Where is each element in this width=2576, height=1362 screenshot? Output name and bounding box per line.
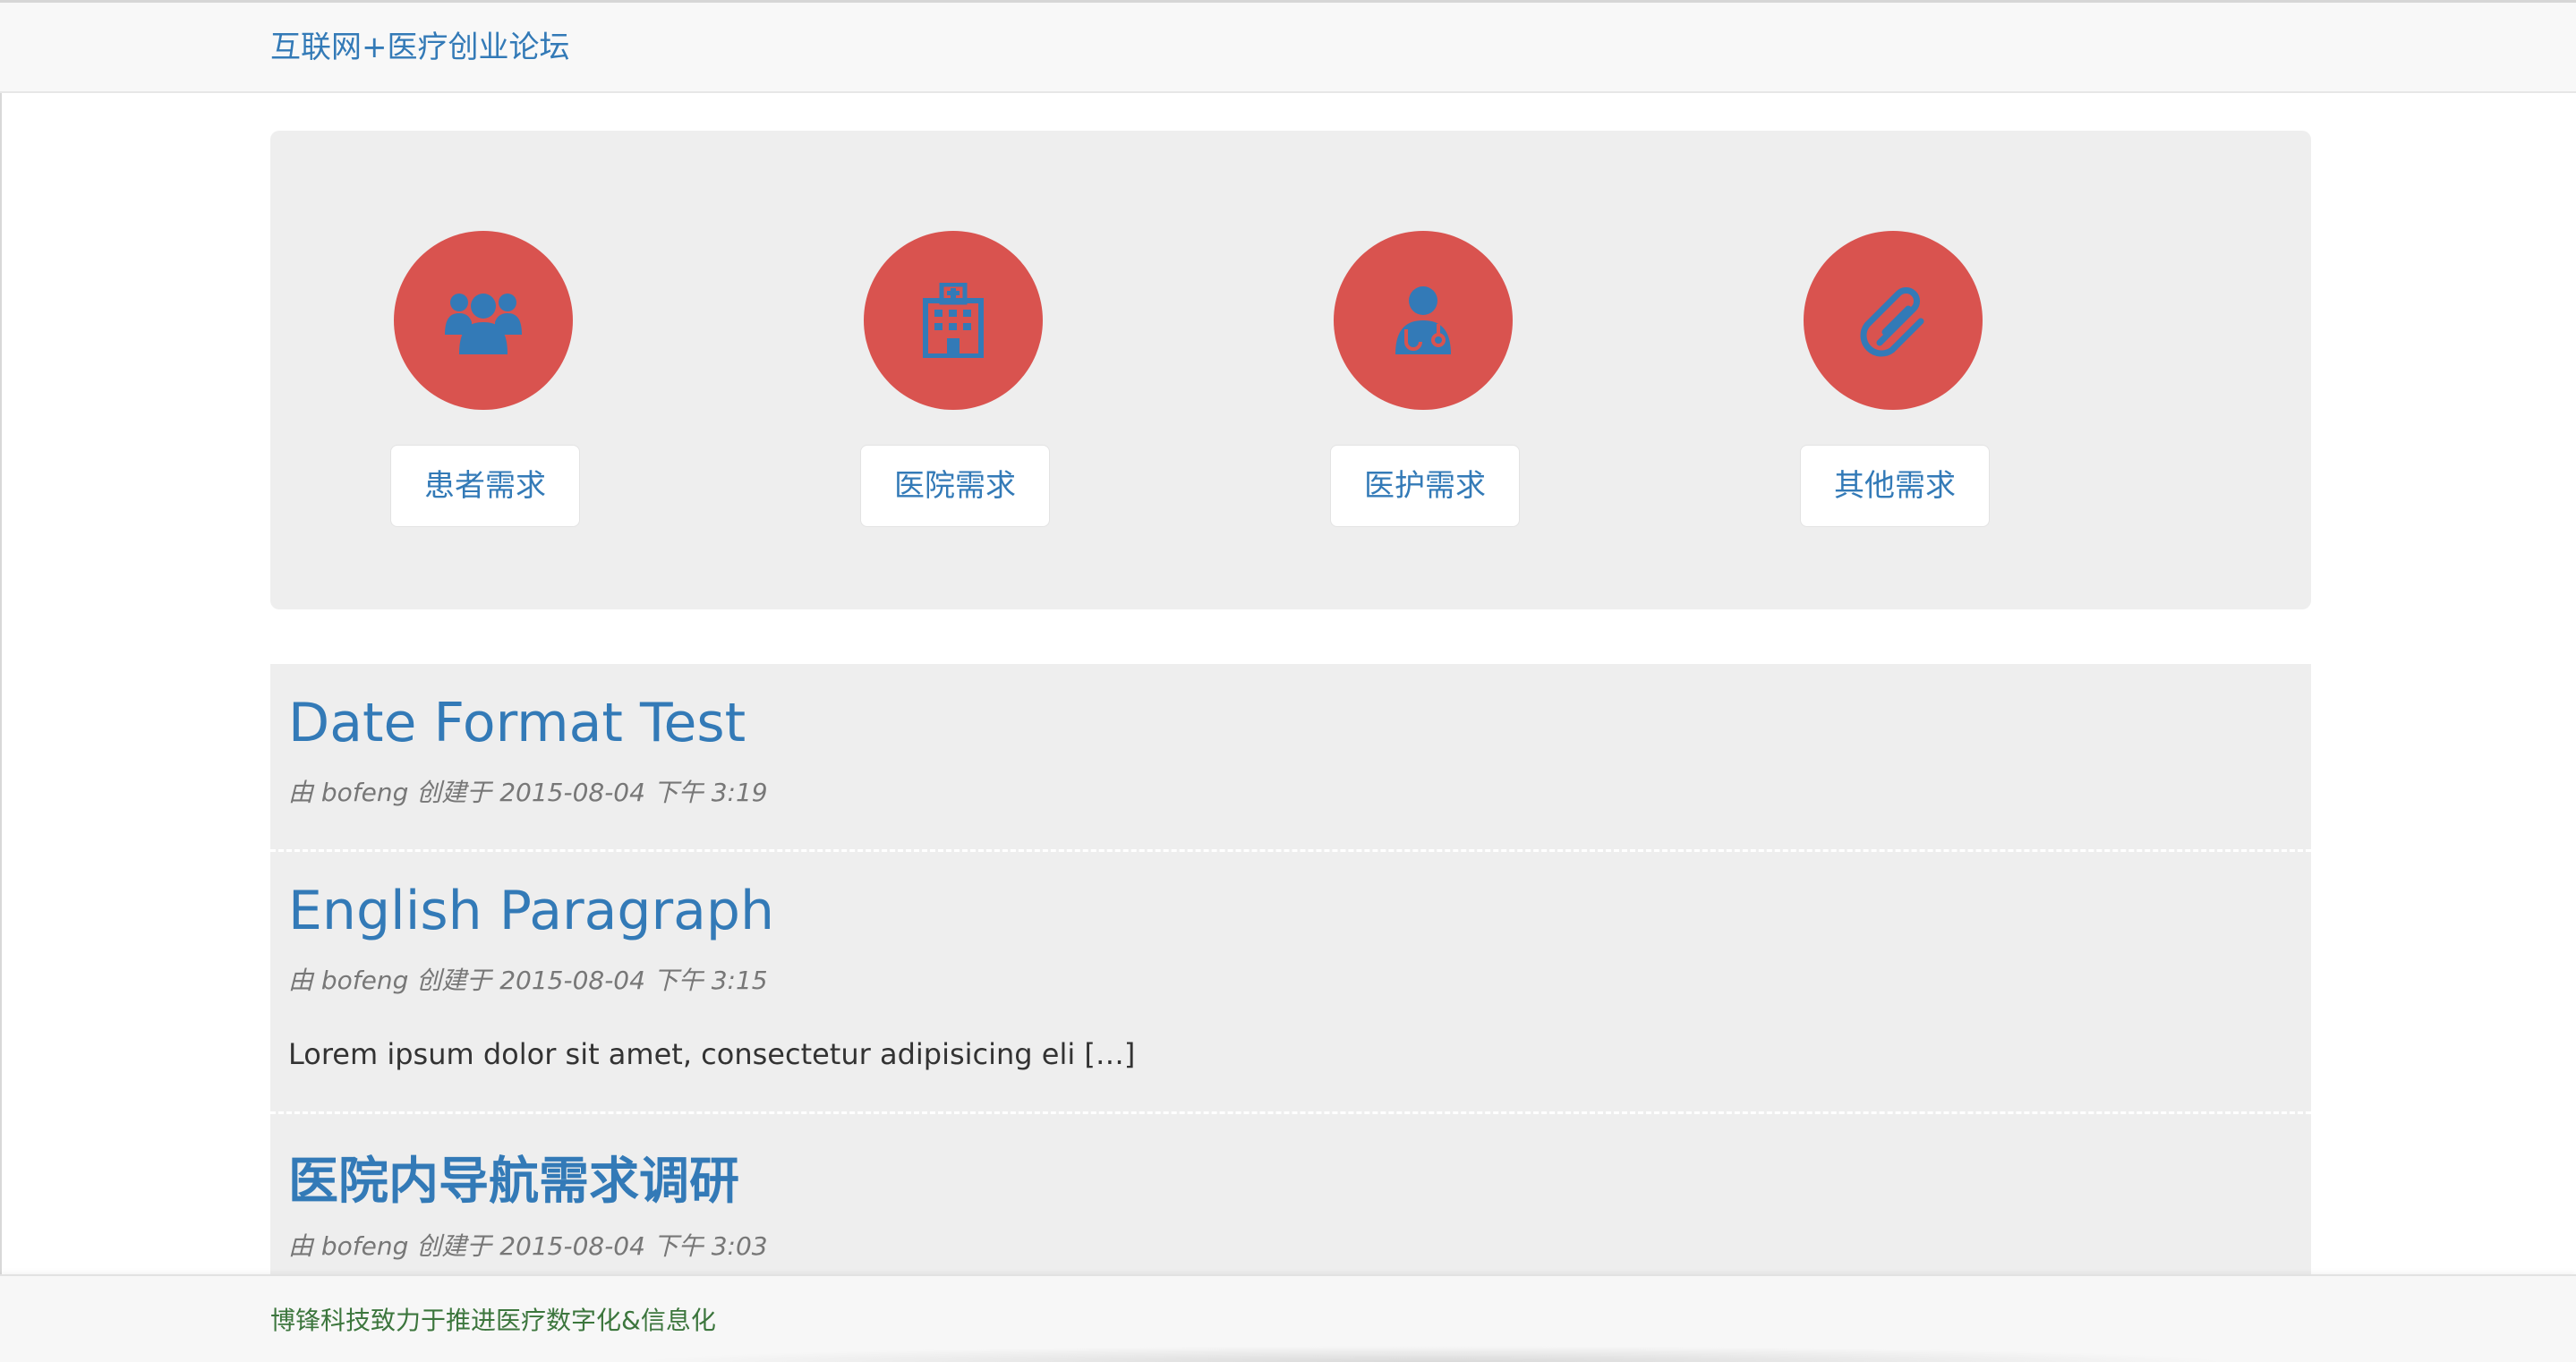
category-circle-patient[interactable] — [394, 231, 573, 410]
users-icon — [445, 294, 522, 354]
post-excerpt: Lorem ipsum dolor sit amet, consectetur … — [288, 1037, 1136, 1071]
post-divider — [270, 849, 2311, 852]
top-navbar: 互联网+医疗创业论坛 — [0, 0, 2576, 93]
site-brand-link[interactable]: 互联网+医疗创业论坛 — [270, 28, 570, 67]
category-nurse: 医护需求 — [1330, 131, 1520, 609]
footer: 博锋科技致力于推进医疗数字化&信息化 — [0, 1274, 2576, 1362]
category-panel: 患者需求 医院需求 医护需求 其他需求 — [270, 131, 2311, 609]
paperclip-icon — [1860, 287, 1924, 357]
category-circle-nurse[interactable] — [1334, 231, 1513, 410]
doctor-icon — [1395, 286, 1451, 354]
post-meta: 由 bofeng 创建于 2015-08-04 下午 3:03 — [288, 1231, 768, 1261]
category-button-other[interactable]: 其他需求 — [1800, 445, 1990, 527]
category-button-nurse[interactable]: 医护需求 — [1330, 445, 1520, 527]
post-list: Date Format Test 由 bofeng 创建于 2015-08-04… — [270, 664, 2311, 1285]
window-left-edge — [0, 93, 2, 1362]
post-title-link[interactable]: English Paragraph — [288, 879, 774, 943]
post-title-link[interactable]: 医院内导航需求调研 — [288, 1150, 739, 1214]
hospital-icon — [923, 283, 984, 358]
category-patient: 患者需求 — [390, 131, 580, 609]
category-button-patient[interactable]: 患者需求 — [390, 445, 580, 527]
category-other: 其他需求 — [1800, 131, 1990, 609]
category-circle-other[interactable] — [1804, 231, 1983, 410]
post-meta: 由 bofeng 创建于 2015-08-04 下午 3:19 — [288, 778, 768, 807]
category-hospital: 医院需求 — [860, 131, 1050, 609]
post-meta: 由 bofeng 创建于 2015-08-04 下午 3:15 — [288, 966, 768, 995]
footer-shadow — [627, 1346, 2238, 1362]
footer-text: 博锋科技致力于推进医疗数字化&信息化 — [270, 1306, 716, 1335]
category-circle-hospital[interactable] — [864, 231, 1043, 410]
post-divider — [270, 1111, 2311, 1114]
post-title-link[interactable]: Date Format Test — [288, 691, 746, 755]
category-button-hospital[interactable]: 医院需求 — [860, 445, 1050, 527]
